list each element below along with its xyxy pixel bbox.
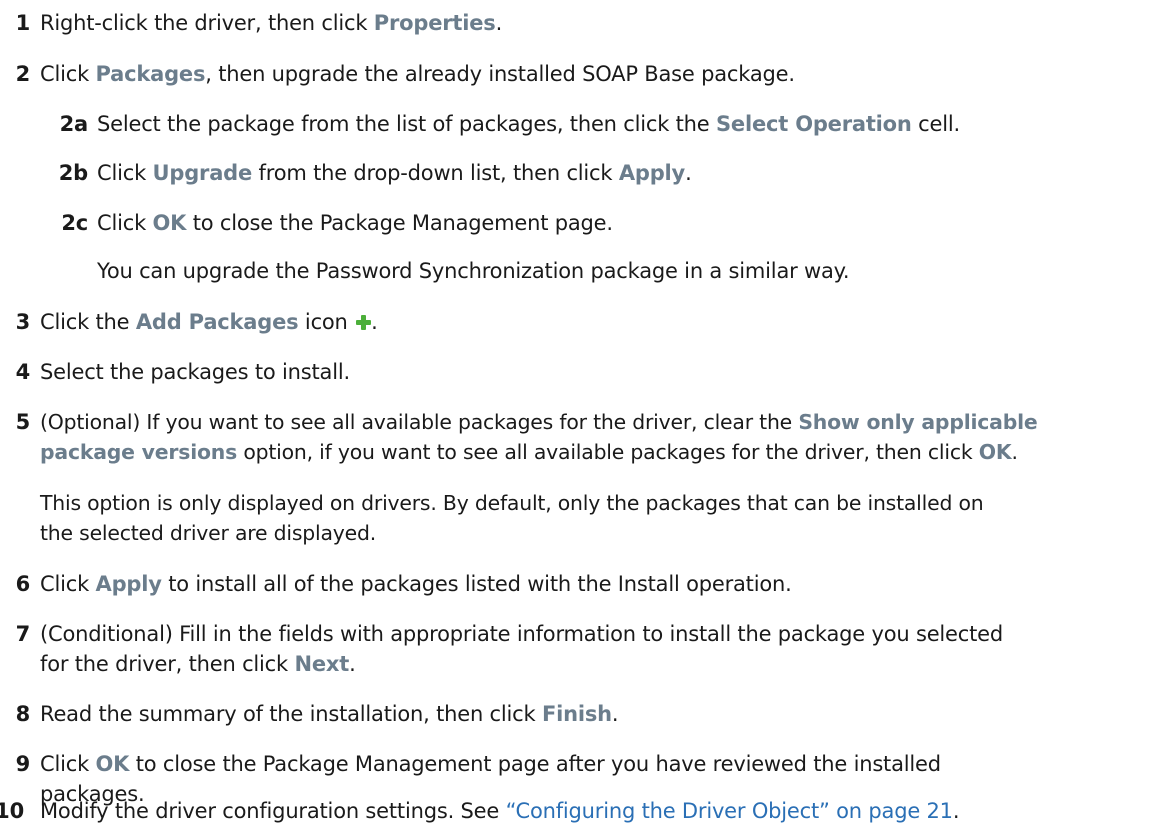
ui-label-finish: Finish xyxy=(541,702,612,726)
ui-label-ok: OK xyxy=(95,752,130,776)
ui-label-properties: Properties xyxy=(373,11,496,35)
step-number: 6 xyxy=(15,572,31,596)
step-text: Select the packages to install. xyxy=(40,360,350,384)
plus-icon xyxy=(356,315,372,330)
step-number: 9 xyxy=(15,752,31,776)
step-text: Select the package from the list of pack… xyxy=(97,112,960,136)
ui-label-apply: Apply xyxy=(95,572,162,596)
ui-label-next: Next xyxy=(294,652,350,676)
step-text: Click the Add Packages icon . xyxy=(40,310,378,334)
step-5-note: This option is only displayed on drivers… xyxy=(40,488,984,548)
ui-label-upgrade: Upgrade xyxy=(152,161,253,185)
ui-label-add-packages: Add Packages xyxy=(135,310,299,334)
ui-label-apply: Apply xyxy=(618,161,686,185)
step-2c-note: You can upgrade the Password Synchroniza… xyxy=(97,256,850,286)
step-number: 2 xyxy=(15,62,31,86)
step-number: 2c xyxy=(61,211,88,235)
ui-label-package-versions: package versions xyxy=(40,440,238,464)
step-number: 10 xyxy=(0,799,24,823)
step-number: 4 xyxy=(15,360,31,384)
ui-label-show-only-applicable: Show only applicable xyxy=(798,410,1038,434)
note-text-line-2: the selected driver are displayed. xyxy=(40,521,376,545)
ui-label-packages: Packages xyxy=(95,62,206,86)
step-number: 5 xyxy=(15,410,31,434)
note-text: You can upgrade the Password Synchroniza… xyxy=(97,259,850,283)
step-text: Click Upgrade from the drop-down list, t… xyxy=(97,161,692,185)
step-number: 7 xyxy=(15,622,31,646)
step-number: 2b xyxy=(58,161,88,185)
step-text-line-1: (Conditional) Fill in the fields with ap… xyxy=(40,622,1004,646)
step-text: Click OK to close the Package Management… xyxy=(97,211,613,235)
ui-label-ok: OK xyxy=(978,440,1012,464)
step-text: Modify the driver configuration settings… xyxy=(40,799,960,823)
step-text: Right-click the driver, then click Prope… xyxy=(40,11,503,35)
ui-label-ok: OK xyxy=(152,211,187,235)
note-text-line-1: This option is only displayed on drivers… xyxy=(40,491,984,515)
step-text-line-2: package versions option, if you want to … xyxy=(40,440,1018,464)
step-text: Click Apply to install all of the packag… xyxy=(40,572,792,596)
step-text: Click Packages, then upgrade the already… xyxy=(40,62,795,86)
ui-label-select-operation: Select Operation xyxy=(715,112,912,136)
step-number: 8 xyxy=(15,702,31,726)
step-text-line-1: Click OK to close the Package Management… xyxy=(40,752,941,776)
document-page: 1 Right-click the driver, then click Pro… xyxy=(0,0,1165,828)
step-number: 3 xyxy=(15,310,31,334)
step-number: 1 xyxy=(15,11,31,35)
step-text: Read the summary of the installation, th… xyxy=(40,702,619,726)
step-number: 2a xyxy=(59,112,89,136)
step-text-line-2: for the driver, then click Next. xyxy=(40,652,356,676)
link-configuring-driver-object[interactable]: “Configuring the Driver Object” on page … xyxy=(506,799,953,823)
step-text-line-1: (Optional) If you want to see all availa… xyxy=(40,410,1038,434)
